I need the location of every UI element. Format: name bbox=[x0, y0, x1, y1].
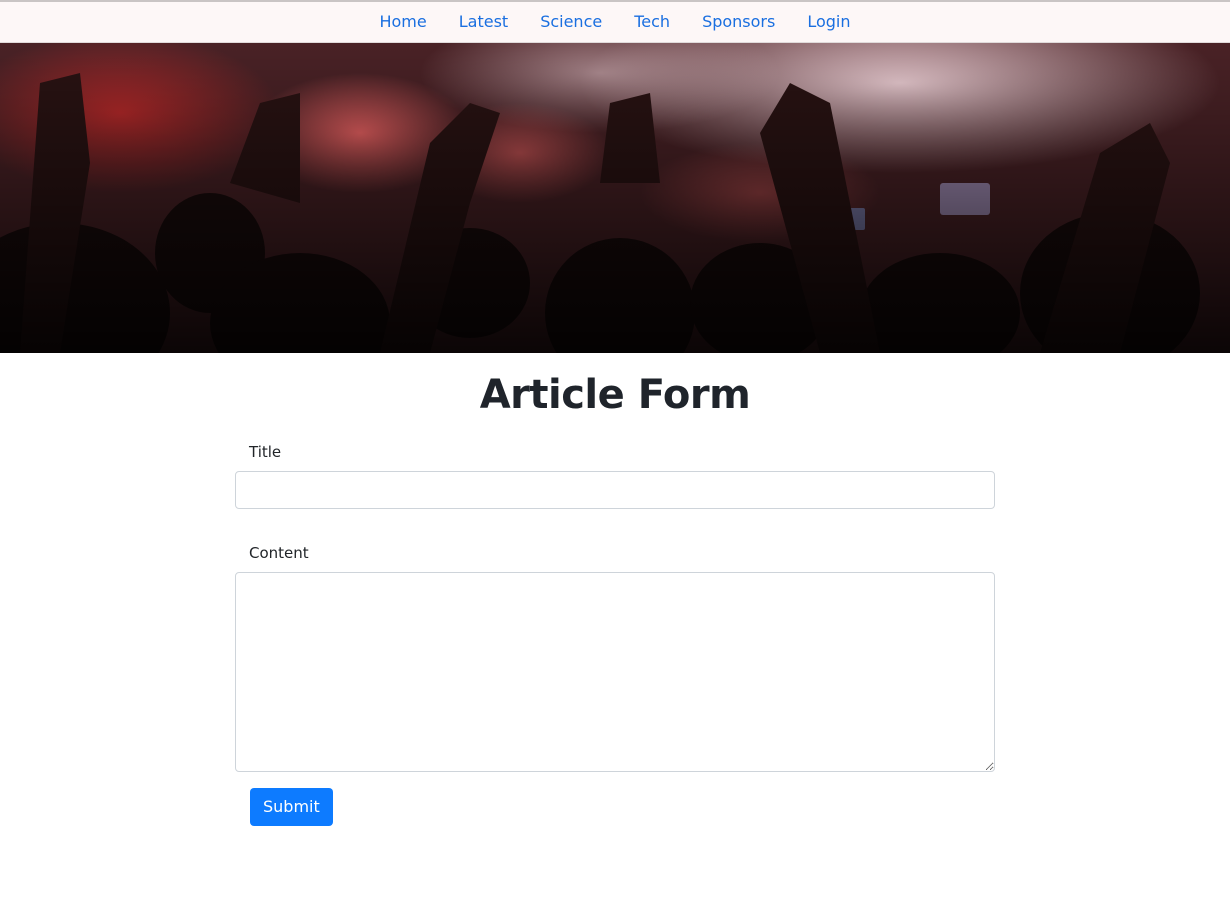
content-textarea[interactable] bbox=[235, 572, 995, 772]
nav-link-login[interactable]: Login bbox=[791, 2, 866, 42]
nav-link-latest[interactable]: Latest bbox=[443, 2, 524, 42]
concert-crowd-illustration bbox=[0, 43, 1230, 353]
title-label: Title bbox=[249, 443, 282, 461]
page-title: Article Form bbox=[479, 372, 751, 418]
content-label: Content bbox=[249, 544, 309, 562]
top-navbar: Home Latest Science Tech Sponsors Login bbox=[0, 2, 1230, 43]
nav-link-science[interactable]: Science bbox=[524, 2, 618, 42]
nav-link-sponsors[interactable]: Sponsors bbox=[686, 2, 791, 42]
hero-banner-image bbox=[0, 43, 1230, 353]
article-form: Article Form Title Content Submit bbox=[235, 353, 995, 826]
title-input[interactable] bbox=[235, 471, 995, 509]
nav-link-home[interactable]: Home bbox=[363, 2, 442, 42]
submit-button[interactable]: Submit bbox=[250, 788, 333, 826]
nav-link-tech[interactable]: Tech bbox=[618, 2, 686, 42]
